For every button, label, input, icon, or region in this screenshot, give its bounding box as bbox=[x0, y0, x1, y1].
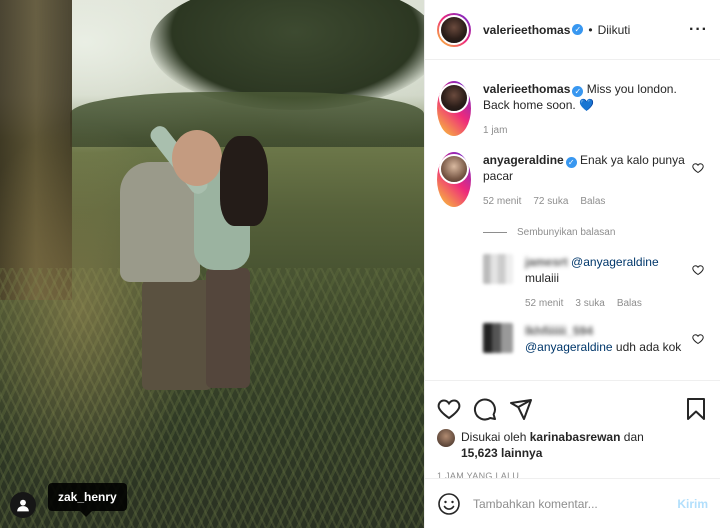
likes-summary: Disukai oleh karinabasrewan dan 15,623 l… bbox=[437, 429, 708, 461]
avatar[interactable] bbox=[437, 81, 471, 136]
reply-mention[interactable]: @anyageraldine bbox=[571, 255, 659, 269]
likes-count[interactable]: 15,623 lainnya bbox=[461, 446, 542, 460]
comment-icon[interactable] bbox=[473, 397, 497, 421]
reply: lkhfiiiiii_594 @anyageraldine udh ada ko… bbox=[483, 323, 708, 355]
add-comment-bar: Tambahkan komentar... Kirim bbox=[425, 478, 720, 528]
couple-figures bbox=[112, 120, 282, 390]
reply-button[interactable]: Balas bbox=[617, 298, 642, 309]
heart-icon[interactable] bbox=[692, 162, 704, 174]
header-username[interactable]: valerieethomas bbox=[483, 23, 570, 37]
post-actions: Disukai oleh karinabasrewan dan 15,623 l… bbox=[425, 380, 720, 481]
reply-text: mulaiii bbox=[525, 271, 560, 285]
avatar[interactable] bbox=[437, 152, 471, 207]
avatar[interactable] bbox=[483, 323, 513, 353]
avatar[interactable] bbox=[483, 254, 513, 284]
likes-user[interactable]: karinabasrewan bbox=[530, 430, 621, 444]
hide-replies-label: Sembunyikan balasan bbox=[517, 227, 616, 238]
follow-status-button[interactable]: Diikuti bbox=[598, 23, 631, 37]
heart-icon[interactable] bbox=[692, 264, 704, 276]
caption: valerieethomas ✓ Miss you london. Back ho… bbox=[437, 81, 708, 136]
comment-username[interactable]: anyageraldine bbox=[483, 153, 564, 167]
separator: • bbox=[588, 22, 593, 37]
comments-list[interactable]: valerieethomas ✓ Miss you london. Back ho… bbox=[425, 61, 720, 379]
reply-username[interactable]: lkhfiiiiii_594 bbox=[525, 323, 593, 339]
more-options-icon[interactable]: ··· bbox=[689, 21, 708, 39]
caption-time: 1 jam bbox=[483, 125, 508, 136]
comment-time: 52 menit bbox=[483, 196, 522, 207]
reply-time: 52 menit bbox=[525, 298, 564, 309]
reply-mention[interactable]: @anyageraldine bbox=[525, 340, 613, 354]
avatar[interactable] bbox=[437, 12, 471, 47]
comment-input[interactable]: Tambahkan komentar... bbox=[473, 497, 677, 511]
verified-icon: ✓ bbox=[572, 86, 584, 97]
avatar[interactable] bbox=[437, 429, 455, 447]
verified-icon: ✓ bbox=[565, 157, 577, 168]
comment-likes[interactable]: 72 suka bbox=[533, 196, 568, 207]
send-comment-button[interactable]: Kirim bbox=[677, 497, 708, 511]
comment: anyageraldine ✓ Enak ya kalo punya pacar … bbox=[437, 152, 708, 207]
reply-username[interactable]: jamesrt bbox=[525, 254, 568, 270]
post-photo[interactable]: zak_henry bbox=[0, 0, 424, 528]
tagged-user-label[interactable]: zak_henry bbox=[48, 483, 127, 517]
caption-username[interactable]: valerieethomas bbox=[483, 82, 570, 96]
emoji-icon[interactable] bbox=[437, 492, 461, 516]
divider bbox=[483, 232, 507, 233]
heart-icon[interactable] bbox=[437, 397, 461, 421]
reply-button[interactable]: Balas bbox=[580, 196, 605, 207]
user-icon[interactable] bbox=[10, 492, 36, 518]
reply-likes[interactable]: 3 suka bbox=[575, 298, 604, 309]
send-icon[interactable] bbox=[509, 397, 533, 421]
reply-text: udh ada kok bbox=[615, 340, 682, 354]
likes-conj: dan bbox=[623, 430, 644, 444]
verified-icon: ✓ bbox=[572, 24, 584, 35]
post-header: valerieethomas ✓ • Diikuti ··· bbox=[425, 0, 720, 60]
likes-prefix: Disukai oleh bbox=[461, 430, 527, 444]
hide-replies-button[interactable]: Sembunyikan balasan bbox=[483, 227, 708, 238]
heart-icon[interactable] bbox=[692, 333, 704, 345]
bookmark-icon[interactable] bbox=[684, 397, 708, 421]
reply: jamesrt @anyageraldine mulaiii 52 menit … bbox=[483, 254, 708, 309]
post-panel: valerieethomas ✓ • Diikuti ··· valerieet… bbox=[424, 0, 720, 528]
